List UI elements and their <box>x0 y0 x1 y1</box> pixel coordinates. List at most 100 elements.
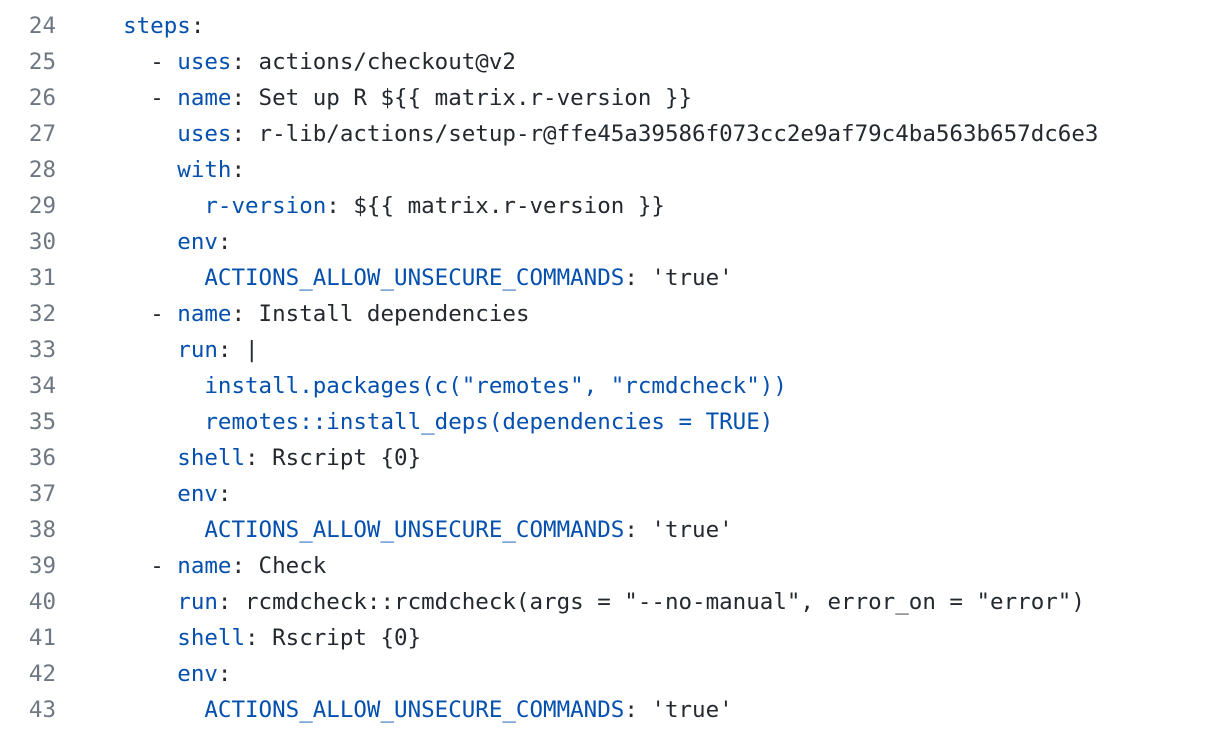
line-number: 31 <box>28 265 56 291</box>
yaml-key-token: env <box>177 481 218 507</box>
yaml-key-token: env <box>177 229 218 255</box>
line-content[interactable]: run: | <box>56 337 1222 363</box>
value-token: : Install dependencies <box>231 301 530 327</box>
code-line[interactable]: 39 - name: Check <box>0 548 1222 584</box>
yaml-key-token: shell <box>177 445 246 471</box>
line-content[interactable]: shell: Rscript {0} <box>56 445 1222 471</box>
line-content[interactable]: env: <box>56 229 1222 255</box>
code-line[interactable]: 41 shell: Rscript {0} <box>0 620 1222 656</box>
code-line[interactable]: 31 ACTIONS_ALLOW_UNSECURE_COMMANDS: 'tru… <box>0 260 1222 296</box>
line-number: 26 <box>28 85 56 111</box>
line-content[interactable]: - uses: actions/checkout@v2 <box>56 49 1222 75</box>
yaml-key-token: run <box>177 337 218 363</box>
code-line[interactable]: 35 remotes::install_deps(dependencies = … <box>0 404 1222 440</box>
line-content[interactable]: steps: <box>56 13 1222 39</box>
code-line[interactable]: 32 - name: Install dependencies <box>0 296 1222 332</box>
line-content[interactable]: env: <box>56 481 1222 507</box>
line-content[interactable]: - name: Check <box>56 553 1222 579</box>
code-editor[interactable]: 24 steps: 25 - uses: actions/checkout@v2 2… <box>0 0 1222 738</box>
line-content[interactable]: ACTIONS_ALLOW_UNSECURE_COMMANDS: 'true' <box>56 265 1222 291</box>
line-number: 30 <box>28 229 56 255</box>
yaml-key-token: run <box>177 589 218 615</box>
punctuation-token: : <box>190 13 205 39</box>
code-line[interactable]: 25 - uses: actions/checkout@v2 <box>0 44 1222 80</box>
code-line[interactable]: 43 ACTIONS_ALLOW_UNSECURE_COMMANDS: 'tru… <box>0 692 1222 728</box>
code-line[interactable]: 34 install.packages(c("remotes", "rcmdch… <box>0 368 1222 404</box>
line-content[interactable]: shell: Rscript {0} <box>56 625 1222 651</box>
punctuation-token: : <box>217 661 232 687</box>
line-number: 25 <box>28 49 56 75</box>
line-number: 43 <box>28 697 56 723</box>
value-token: : <box>245 625 273 651</box>
spellcheck-flagged-token: Rscript {0} <box>272 625 422 651</box>
line-content[interactable]: remotes::install_deps(dependencies = TRU… <box>56 409 1222 435</box>
spellcheck-flagged-token: Rscript {0} <box>272 445 422 471</box>
punctuation-token: : <box>231 157 246 183</box>
line-number: 32 <box>28 301 56 327</box>
line-number: 33 <box>28 337 56 363</box>
line-content[interactable]: r-version: ${{ matrix.r-version }} <box>56 193 1222 219</box>
line-content[interactable]: ACTIONS_ALLOW_UNSECURE_COMMANDS: 'true' <box>56 697 1222 723</box>
line-content[interactable]: - name: Set up R ${{ matrix.r-version }} <box>56 85 1222 111</box>
line-number: 34 <box>28 373 56 399</box>
line-content[interactable]: - name: Install dependencies <box>56 301 1222 327</box>
code-line[interactable]: 29 r-version: ${{ matrix.r-version }} <box>0 188 1222 224</box>
yaml-key-token: env <box>177 661 218 687</box>
value-token: : rcmdcheck::rcmdcheck(args = "--no-manu… <box>217 589 1085 615</box>
line-content[interactable]: run: rcmdcheck::rcmdcheck(args = "--no-m… <box>56 589 1222 615</box>
value-token: : r-lib/actions/setup-r@ffe45a39586f073c… <box>231 121 1099 147</box>
yaml-key-token: name <box>177 85 232 111</box>
code-line[interactable]: 36 shell: Rscript {0} <box>0 440 1222 476</box>
code-line[interactable]: 27 uses: r-lib/actions/setup-r@ffe45a395… <box>0 116 1222 152</box>
value-token: : | <box>217 337 259 363</box>
yaml-key-token: install.packages(c("remotes", "rcmdcheck… <box>204 373 787 399</box>
code-line[interactable]: 38 ACTIONS_ALLOW_UNSECURE_COMMANDS: 'tru… <box>0 512 1222 548</box>
yaml-key-token: ACTIONS_ALLOW_UNSECURE_COMMANDS <box>204 265 625 291</box>
line-content[interactable]: with: <box>56 157 1222 183</box>
line-number: 27 <box>28 121 56 147</box>
code-line[interactable]: 42 env: <box>0 656 1222 692</box>
line-content[interactable]: ACTIONS_ALLOW_UNSECURE_COMMANDS: 'true' <box>56 517 1222 543</box>
line-number: 41 <box>28 625 56 651</box>
line-number: 36 <box>28 445 56 471</box>
yaml-key-token: steps <box>123 13 191 39</box>
value-token: : Check <box>231 553 327 579</box>
value-token: : actions/checkout@v2 <box>231 49 516 75</box>
code-line[interactable]: 33 run: | <box>0 332 1222 368</box>
line-content[interactable]: env: <box>56 661 1222 687</box>
code-line[interactable]: 26 - name: Set up R ${{ matrix.r-version… <box>0 80 1222 116</box>
punctuation-token: - <box>150 553 178 579</box>
punctuation-token: - <box>150 301 178 327</box>
code-line[interactable]: 30 env: <box>0 224 1222 260</box>
line-content[interactable]: uses: r-lib/actions/setup-r@ffe45a39586f… <box>56 121 1222 147</box>
value-token: : 'true' <box>624 517 733 543</box>
yaml-key-token: uses <box>177 121 232 147</box>
line-content[interactable]: install.packages(c("remotes", "rcmdcheck… <box>56 373 1222 399</box>
yaml-key-token: r-version <box>204 193 327 219</box>
code-line[interactable]: 28 with: <box>0 152 1222 188</box>
yaml-key-token: ACTIONS_ALLOW_UNSECURE_COMMANDS <box>204 697 625 723</box>
line-number: 24 <box>28 13 56 39</box>
code-line[interactable]: 40 run: rcmdcheck::rcmdcheck(args = "--n… <box>0 584 1222 620</box>
code-line[interactable]: 24 steps: <box>0 8 1222 44</box>
code-line[interactable]: 37 env: <box>0 476 1222 512</box>
value-token: : 'true' <box>624 265 733 291</box>
value-token: : ${{ matrix.r-version }} <box>326 193 665 219</box>
yaml-key-token: remotes::install_deps(dependencies = TRU… <box>204 409 774 435</box>
